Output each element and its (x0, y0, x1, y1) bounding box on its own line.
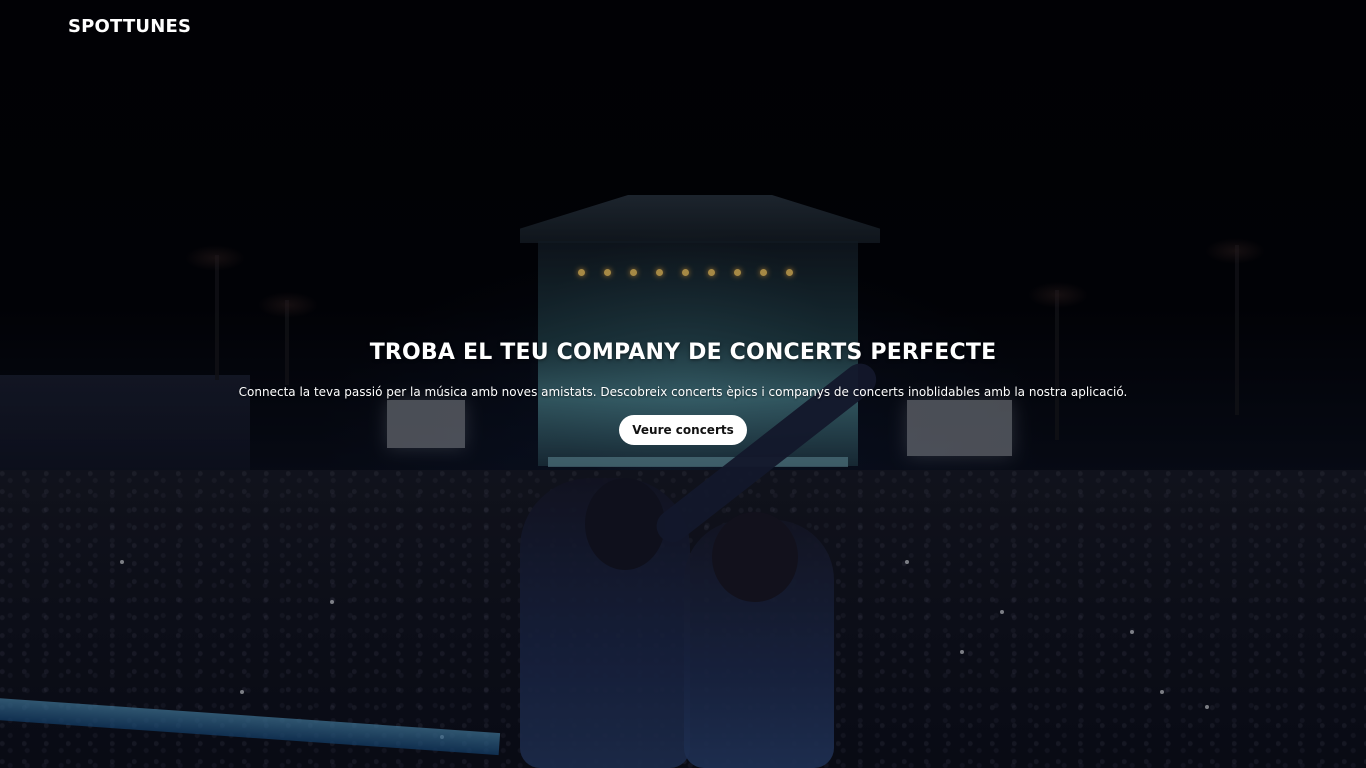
hero-subtitle: Connecta la teva passió per la música am… (238, 385, 1128, 399)
hero-section: SPOTTUNES TROBA EL TEU COMPANY DE CONCER… (0, 0, 1366, 768)
hero-content: TROBA EL TEU COMPANY DE CONCERTS PERFECT… (0, 340, 1366, 445)
hero-title: TROBA EL TEU COMPANY DE CONCERTS PERFECT… (369, 340, 997, 365)
view-concerts-button[interactable]: Veure concerts (619, 415, 747, 445)
brand-logo[interactable]: SPOTTUNES (68, 16, 191, 37)
